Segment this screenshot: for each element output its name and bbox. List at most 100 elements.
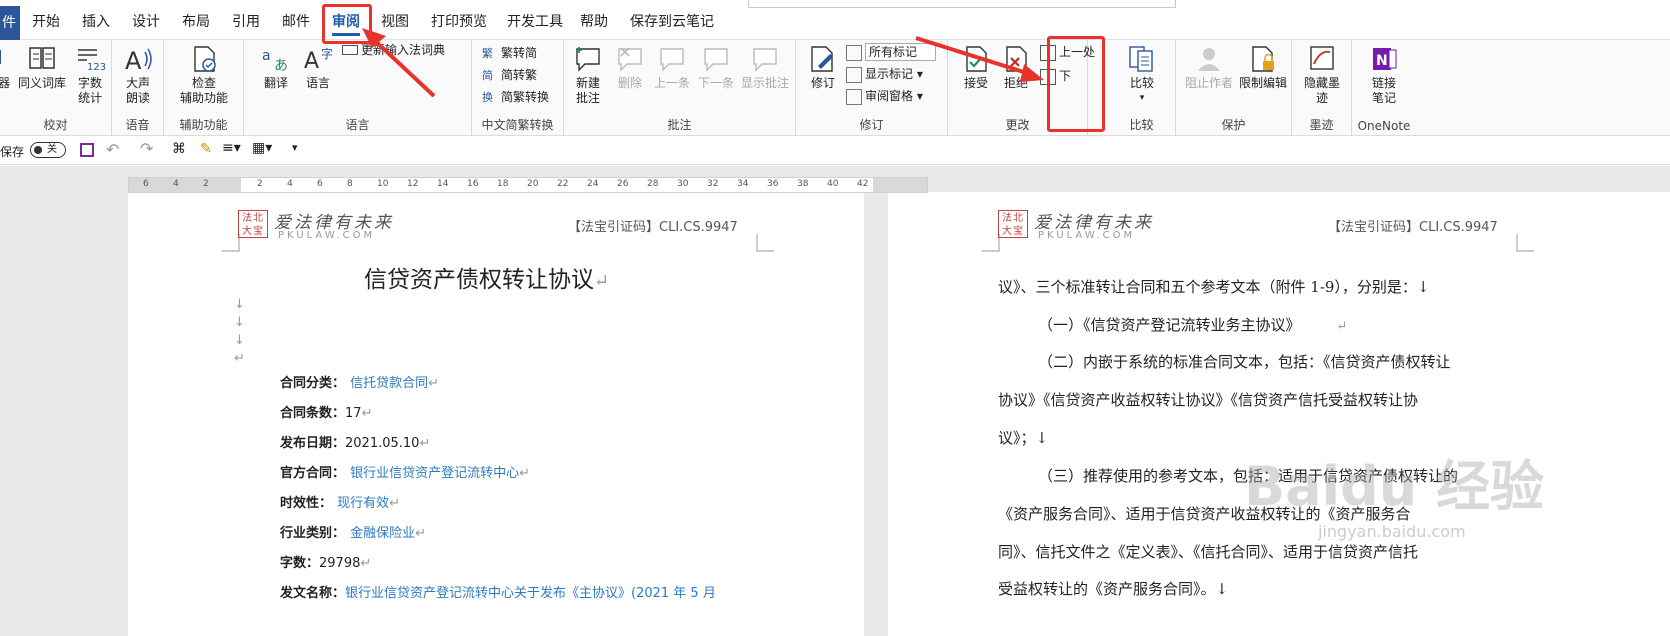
- group-onenote: N 链接 笔记 OneNote: [1352, 40, 1416, 136]
- show-markup-button[interactable]: 显示标记 ▾: [846, 64, 923, 84]
- translate-button[interactable]: aあ 翻译: [256, 44, 296, 91]
- field-value: 29798: [319, 556, 361, 571]
- linked-notes-label-1: 链接: [1371, 76, 1396, 90]
- markup-select[interactable]: 所有标记: [846, 42, 937, 62]
- ruler-tick-label: 26: [617, 179, 629, 189]
- block-authors-button[interactable]: 阻止作者: [1182, 44, 1236, 91]
- paragraph-mark: ↵: [594, 271, 610, 292]
- compare-button[interactable]: 比较 ▾: [1118, 44, 1166, 106]
- tab-references[interactable]: 引用: [232, 8, 260, 36]
- ribbon-review: 器 同义词库 123 字数 统计 校对 A 大声 朗读 语音 检查 辅助功能 辅…: [0, 40, 1670, 136]
- tab-layout[interactable]: 布局: [182, 8, 210, 36]
- redo-icon[interactable]: ↷: [140, 139, 153, 158]
- simplified-to-traditional-button[interactable]: 简简转繁: [482, 65, 537, 85]
- customize-toolbar-icon[interactable]: ▾: [292, 141, 298, 154]
- check-accessibility-label-1: 检查: [191, 76, 216, 90]
- delete-comment-label: 删除: [617, 76, 642, 90]
- onenote-icon: N: [1373, 48, 1397, 70]
- check-accessibility-button[interactable]: 检查 辅助功能: [170, 44, 238, 106]
- group-speech: A 大声 朗读 语音: [112, 40, 164, 136]
- field-value-link[interactable]: 现行有效: [337, 496, 389, 511]
- thesaurus-button[interactable]: 同义词库: [16, 44, 68, 91]
- next-comment-button[interactable]: 下一条: [694, 44, 738, 91]
- field-value-link[interactable]: 信托贷款合同: [350, 376, 428, 391]
- table-icon[interactable]: ▦▾: [252, 140, 272, 156]
- group-label-compare: 比较: [1129, 118, 1154, 132]
- chinese-conversion-button[interactable]: 换简繁转换: [482, 87, 549, 107]
- svg-text:A: A: [304, 49, 319, 74]
- tab-save-cloud-notes[interactable]: 保存到云笔记: [630, 8, 714, 36]
- body-line: 议》；↓: [998, 429, 1049, 447]
- word-count-button[interactable]: 123 字数 统计: [68, 44, 112, 106]
- org-chart-icon[interactable]: ⌘: [172, 141, 186, 157]
- line-spacing-icon[interactable]: ≡▾: [222, 140, 241, 156]
- group-proofing: 器 同义词库 123 字数 统计 校对: [0, 40, 112, 136]
- ruler-tick-label: 32: [707, 179, 719, 189]
- restrict-editing-button[interactable]: 限制编辑: [1236, 44, 1290, 91]
- reject-button[interactable]: 拒绝: [996, 44, 1036, 91]
- toggle-knob: [34, 146, 42, 154]
- group-label-comments: 批注: [667, 118, 692, 132]
- word-count-label-1: 字数: [77, 76, 102, 90]
- tab-file[interactable]: 件: [0, 6, 20, 40]
- group-label-speech: 语音: [125, 118, 150, 132]
- compare-icon: [1129, 46, 1153, 72]
- group-label-ink: 墨迹: [1309, 118, 1334, 132]
- delete-comment-button[interactable]: 删除: [610, 44, 650, 91]
- tab-view[interactable]: 视图: [381, 8, 409, 36]
- linked-notes-button[interactable]: N 链接 笔记: [1360, 44, 1408, 106]
- pkulaw-domain: PKULAW.COM: [278, 230, 376, 241]
- show-comments-button[interactable]: 显示批注: [736, 44, 794, 91]
- previous-comment-button[interactable]: 上一条: [650, 44, 694, 91]
- previous-comment-label: 上一条: [653, 76, 690, 90]
- field-value-link[interactable]: 银行业信贷资产登记流转中心关于发布《主协议》(2021 年 5 月: [345, 586, 716, 601]
- language-button[interactable]: A字 语言: [298, 44, 338, 91]
- undo-icon[interactable]: ↶: [106, 140, 119, 159]
- body-line: 协议》《信贷资产收益权转让协议》《信贷资产信托受益权转让协: [998, 391, 1419, 409]
- save-icon[interactable]: [80, 143, 94, 157]
- new-comment-button[interactable]: 新建 批注: [568, 44, 608, 106]
- field-value-link[interactable]: 银行业信贷资产登记流转中心: [350, 466, 519, 481]
- hide-ink-label-2: 迹: [1315, 91, 1328, 105]
- show-comments-icon: [753, 48, 777, 72]
- ruler-tick-label: 16: [467, 179, 479, 189]
- spelling-grammar-button[interactable]: 器: [0, 44, 14, 91]
- ruler-tick-label: 2: [203, 179, 209, 189]
- page-left[interactable]: 法北大宝 爱法律有未来 PKULAW.COM 【法宝引证码】CLI.CS.994…: [128, 192, 864, 636]
- format-painter-icon[interactable]: ✎: [200, 141, 212, 157]
- page-right[interactable]: 法北大宝 爱法律有未来 PKULAW.COM 【法宝引证码】CLI.CS.994…: [888, 192, 1670, 636]
- tab-print-preview[interactable]: 打印预览: [431, 8, 487, 36]
- paragraph-mark: ↵: [361, 406, 373, 421]
- autosave-toggle[interactable]: 关: [30, 142, 66, 158]
- ruler-tick-label: 30: [677, 179, 689, 189]
- svg-text:A: A: [125, 47, 142, 74]
- track-changes-button[interactable]: 修订: [806, 44, 840, 91]
- word-count-icon: 123: [78, 49, 106, 73]
- field-value-link[interactable]: 金融保险业: [350, 526, 415, 541]
- horizontal-ruler[interactable]: 6 4 2 2 4 6 8 10 12 14 16 18 20 22 24 26 28 30 32 34 36 38 40 4…: [128, 177, 928, 193]
- read-aloud-button[interactable]: A 大声 朗读: [116, 44, 160, 106]
- tab-insert[interactable]: 插入: [82, 8, 110, 36]
- tab-design[interactable]: 设计: [132, 8, 160, 36]
- tab-mailings[interactable]: 邮件: [282, 8, 310, 36]
- traditional-to-simplified-button[interactable]: 繁繁转简: [482, 43, 537, 63]
- tab-developer[interactable]: 开发工具: [507, 8, 563, 36]
- check-accessibility-label-2: 辅助功能: [179, 91, 228, 105]
- field-label: 合同条数：: [280, 406, 346, 421]
- t2s-label: 繁转简: [501, 46, 538, 60]
- crop-mark-tr: [756, 234, 774, 252]
- group-label-proofing: 校对: [43, 118, 68, 132]
- tab-home[interactable]: 开始: [32, 8, 60, 36]
- linked-notes-label-2: 笔记: [1371, 91, 1396, 105]
- spelling-label: 器: [0, 76, 10, 90]
- search-box-edge[interactable]: [748, 0, 1176, 8]
- document-title: 信贷资产债权转让协议↵: [364, 260, 609, 294]
- hide-ink-button[interactable]: 隐藏墨 迹: [1298, 44, 1346, 106]
- accept-button[interactable]: 接受: [956, 44, 996, 91]
- reviewing-pane-button[interactable]: 审阅窗格 ▾: [846, 86, 923, 106]
- markup-select-value[interactable]: 所有标记: [865, 43, 937, 61]
- svg-text:a: a: [262, 48, 271, 64]
- block-authors-icon: [1198, 48, 1220, 71]
- tab-help[interactable]: 帮助: [580, 8, 608, 36]
- group-ink: 隐藏墨 迹 墨迹: [1292, 40, 1352, 136]
